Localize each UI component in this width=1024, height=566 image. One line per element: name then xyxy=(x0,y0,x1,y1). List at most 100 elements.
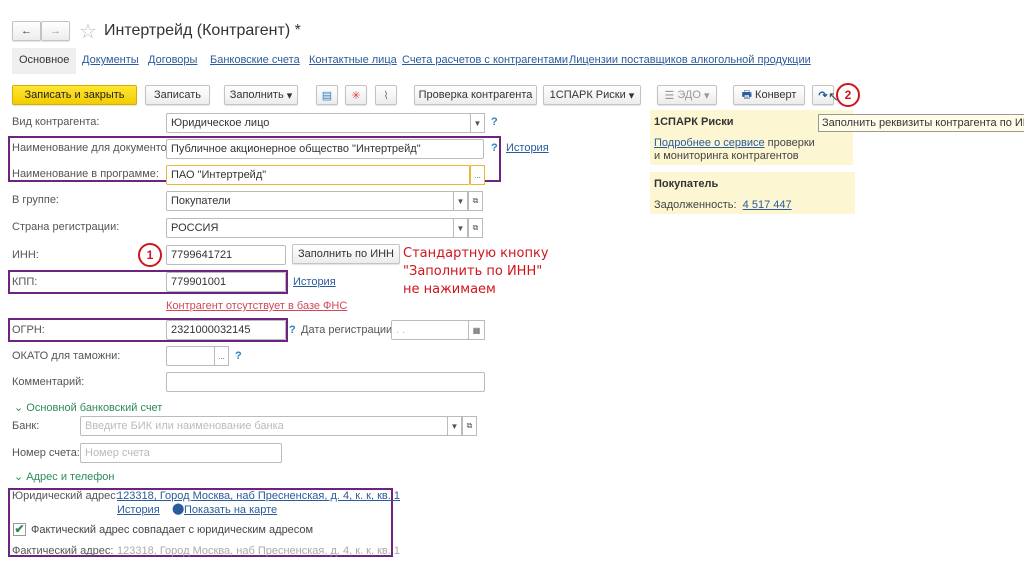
chevron-down-icon[interactable]: ▼ xyxy=(447,416,462,436)
star-icon[interactable]: ☆ xyxy=(79,19,97,44)
comment-label: Комментарий: xyxy=(12,376,85,388)
edo-button[interactable]: ☰ ЭДО ▾ xyxy=(657,85,717,105)
chevron-down-icon: ▾ xyxy=(286,89,293,102)
structure-icon[interactable]: ✳ xyxy=(345,85,367,105)
tab-documents[interactable]: Документы xyxy=(82,54,139,66)
check-counterparty-button[interactable]: Проверка контрагента xyxy=(414,85,537,105)
save-button[interactable]: Записать xyxy=(145,85,210,105)
inn-label: ИНН: xyxy=(12,249,39,261)
annotation-note: Стандартную кнопку "Заполнить по ИНН" не н… xyxy=(403,245,549,299)
page-title: Интертрейд (Контрагент) * xyxy=(104,22,301,39)
inn-input[interactable]: 7799641721 xyxy=(166,245,286,265)
regdate-input[interactable]: . . xyxy=(391,320,469,340)
kpp-history-link[interactable]: История xyxy=(293,276,336,288)
bank-section-label: Основной банковский счет xyxy=(26,402,163,414)
envelope-label: Конверт xyxy=(755,89,797,101)
ellipsis-button[interactable]: ... xyxy=(214,346,229,366)
note-line: Стандартную кнопку xyxy=(403,246,549,261)
spark-text: проверки xyxy=(764,137,815,149)
note-line: не нажимаем xyxy=(403,282,496,297)
tooltip: Заполнить реквизиты контрагента по ИНН xyxy=(818,114,1024,132)
help-icon[interactable]: ? xyxy=(491,142,498,154)
open-icon[interactable]: ⧉ xyxy=(462,416,477,436)
open-icon[interactable]: ⧉ xyxy=(468,191,483,211)
kind-label: Вид контрагента: xyxy=(12,116,100,128)
progname-label: Наименование в программе: xyxy=(12,168,159,180)
progname-input[interactable]: ПАО "Интертрейд" xyxy=(166,165,470,185)
spark-label: 1СПАРК Риски xyxy=(549,89,626,101)
chevron-down-icon: ⌄ xyxy=(14,471,24,483)
chevron-down-icon: ▾ xyxy=(704,89,710,102)
group-select[interactable]: Покупатели xyxy=(166,191,454,211)
help-icon[interactable]: ? xyxy=(289,324,296,336)
same-address-label: Фактический адрес совпадает с юридически… xyxy=(31,524,314,536)
fill-label: Заполнить xyxy=(229,89,284,101)
help-icon[interactable]: ? xyxy=(491,116,498,128)
envelope-button[interactable]: 🖶 Конверт xyxy=(733,85,805,105)
kpp-input[interactable]: 779901001 xyxy=(166,272,286,292)
tab-main[interactable]: Основное xyxy=(12,48,76,74)
country-select[interactable]: РОССИЯ xyxy=(166,218,454,238)
paperclip-icon[interactable]: ⌇ xyxy=(375,85,397,105)
chevron-down-icon[interactable]: ▼ xyxy=(453,218,468,238)
fns-warning-link[interactable]: Контрагент отсутствует в базе ФНС xyxy=(166,300,347,312)
debt-value-link[interactable]: 4 517 447 xyxy=(743,199,792,211)
address-section-toggle[interactable]: ⌄ Адрес и телефон xyxy=(14,470,114,483)
spark-text2: и мониторинга контрагентов xyxy=(654,150,799,162)
legal-address-label: Юридический адрес: xyxy=(12,490,119,502)
spark-title: 1СПАРК Риски xyxy=(654,116,734,128)
account-label: Номер счета: xyxy=(12,447,80,459)
tab-licenses[interactable]: Лицензии поставщиков алкогольной продукц… xyxy=(569,54,811,66)
spark-risks-button[interactable]: 1СПАРК Риски ▾ xyxy=(543,85,641,105)
chevron-down-icon[interactable]: ▼ xyxy=(453,191,468,211)
spark-more-link[interactable]: Подробнее о сервисе xyxy=(654,137,765,149)
back-button[interactable]: ← xyxy=(12,21,41,41)
chevron-down-icon: ▾ xyxy=(628,89,635,102)
annotation-marker-1: 1 xyxy=(138,243,162,267)
bank-label: Банк: xyxy=(12,420,40,432)
annotation-marker-2: 2 xyxy=(836,83,860,107)
docname-label: Наименование для документов: xyxy=(12,142,176,154)
actual-address-label: Фактический адрес: xyxy=(12,545,114,557)
calendar-icon[interactable]: ▦ xyxy=(468,320,485,340)
same-address-checkbox[interactable]: ✔ xyxy=(13,523,26,536)
ogrn-label: ОГРН: xyxy=(12,324,45,336)
ellipsis-button[interactable]: ... xyxy=(470,165,485,185)
forward-button[interactable]: → xyxy=(41,21,70,41)
show-on-map-link[interactable]: Показать на карте xyxy=(184,504,277,516)
tab-bank-accounts[interactable]: Банковские счета xyxy=(210,54,300,66)
kpp-label: КПП: xyxy=(12,276,38,288)
ogrn-input[interactable]: 2321000032145 xyxy=(166,320,286,340)
edo-label: ЭДО xyxy=(677,89,701,101)
bank-section-toggle[interactable]: ⌄ Основной банковский счет xyxy=(14,401,162,414)
document-icon[interactable]: ▤ xyxy=(316,85,338,105)
bank-input[interactable]: Введите БИК или наименование банка xyxy=(80,416,448,436)
actual-address-value: 123318, Город Москва, наб Пресненская, д… xyxy=(117,545,400,557)
map-pin-icon: ⬤ xyxy=(172,503,185,515)
docname-input[interactable]: Публичное акционерное общество "Интертре… xyxy=(166,139,484,159)
buyer-panel: Покупатель Задолженность: 4 517 447 xyxy=(650,172,855,214)
history-link[interactable]: История xyxy=(506,142,549,154)
edo-icon: ☰ xyxy=(664,89,675,102)
fill-button[interactable]: Заполнить ▾ xyxy=(224,85,298,105)
okato-input[interactable] xyxy=(166,346,215,366)
address-history-link[interactable]: История xyxy=(117,504,160,516)
kind-select[interactable]: Юридическое лицо xyxy=(166,113,471,133)
open-icon[interactable]: ⧉ xyxy=(468,218,483,238)
buyer-title: Покупатель xyxy=(654,178,719,190)
fill-by-inn-button[interactable]: Заполнить по ИНН xyxy=(292,244,400,264)
tab-settlement-accounts[interactable]: Счета расчетов с контрагентами xyxy=(402,54,568,66)
debt-label: Задолженность: xyxy=(654,199,737,211)
printer-icon: 🖶 xyxy=(741,88,752,101)
account-input[interactable]: Номер счета xyxy=(80,443,282,463)
address-section-label: Адрес и телефон xyxy=(26,471,115,483)
chevron-down-icon[interactable]: ▼ xyxy=(470,113,485,133)
tab-contracts[interactable]: Договоры xyxy=(148,54,197,66)
comment-input[interactable] xyxy=(166,372,485,392)
chevron-down-icon: ⌄ xyxy=(14,402,24,414)
tab-contacts[interactable]: Контактные лица xyxy=(309,54,397,66)
note-line: "Заполнить по ИНН" xyxy=(403,264,543,279)
legal-address-link[interactable]: 123318, Город Москва, наб Пресненская, д… xyxy=(117,490,400,502)
help-icon[interactable]: ? xyxy=(235,350,242,362)
save-close-button[interactable]: Записать и закрыть xyxy=(12,85,137,105)
